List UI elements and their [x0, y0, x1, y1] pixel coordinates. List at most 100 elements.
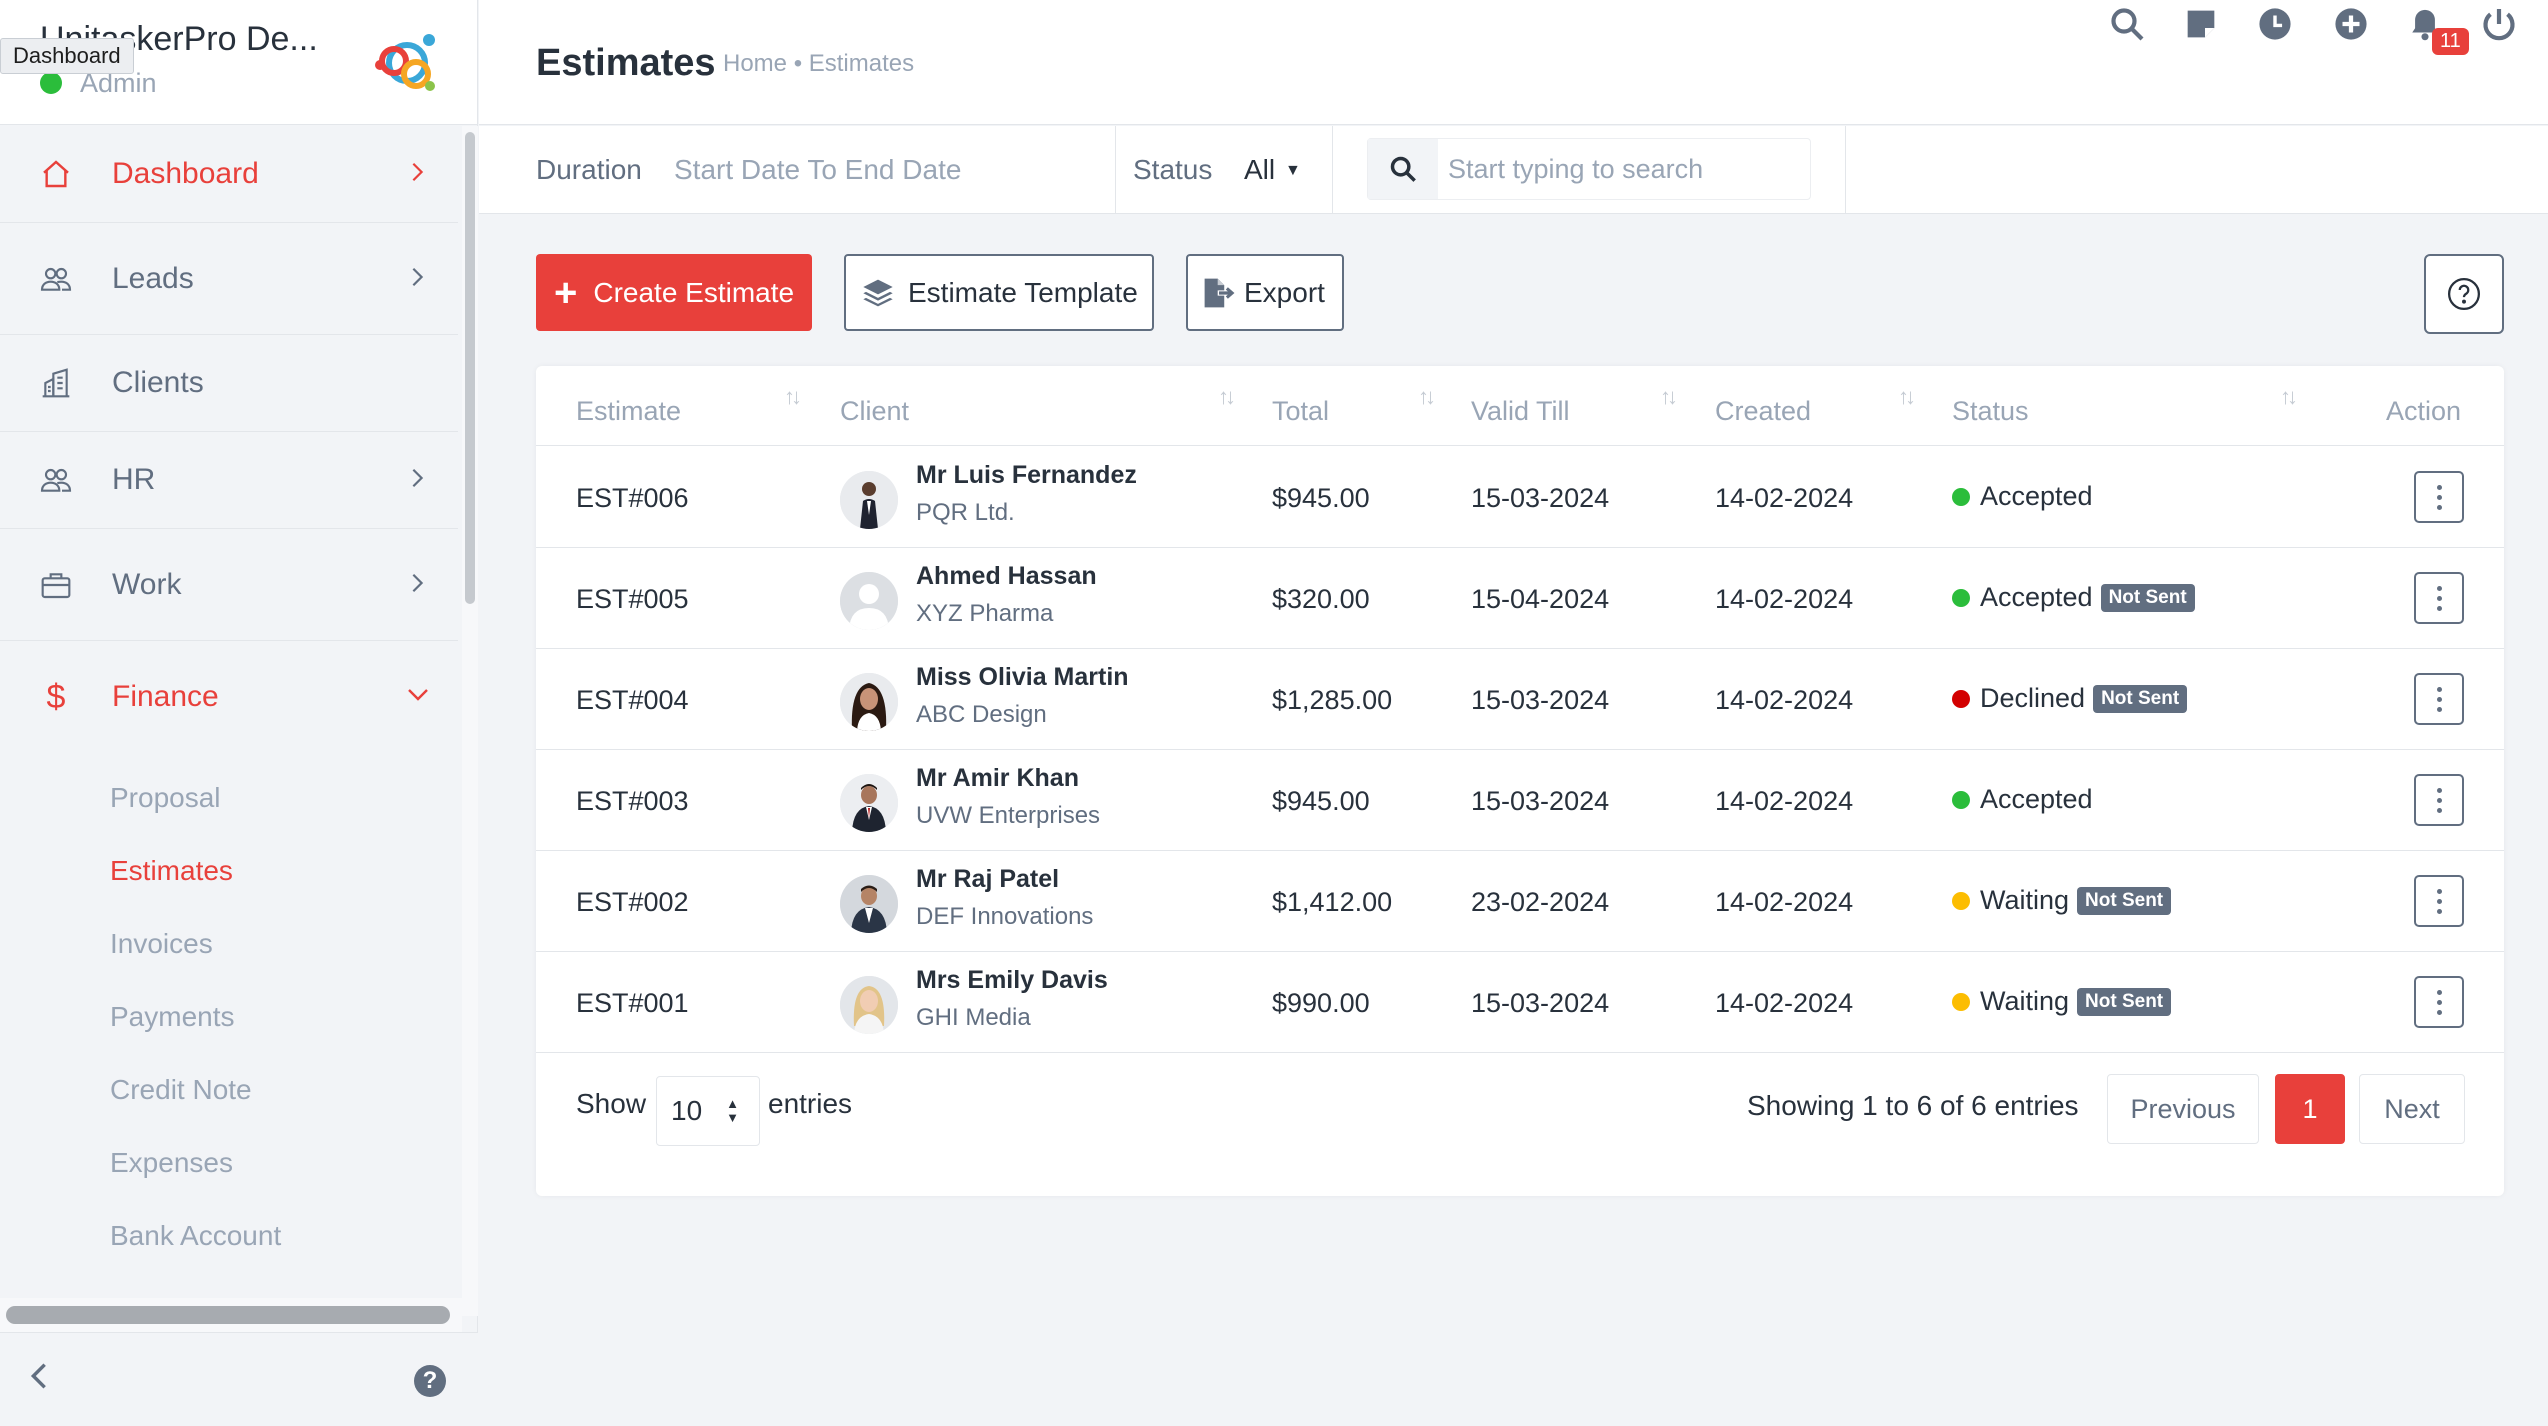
- row-actions-menu-button[interactable]: [2414, 572, 2464, 624]
- sidebar-item-work[interactable]: Work: [0, 529, 458, 641]
- sidebar-item-finance[interactable]: $ Finance: [0, 641, 458, 753]
- power-icon[interactable]: [2477, 0, 2521, 48]
- sidebar-vertical-scrollbar[interactable]: [462, 126, 478, 1316]
- client-avatar[interactable]: [840, 572, 898, 630]
- estimate-number[interactable]: EST#003: [576, 786, 689, 817]
- row-actions-menu-button[interactable]: [2414, 673, 2464, 725]
- table-row[interactable]: EST#001 Mrs Emily Davis GHI Media $990.0…: [536, 952, 2504, 1053]
- row-actions-menu-button[interactable]: [2414, 774, 2464, 826]
- status-filter-select[interactable]: All: [1244, 154, 1275, 186]
- sidebar-horizontal-scrollbar[interactable]: [0, 1298, 462, 1332]
- table-row[interactable]: EST#003 Mr Amir Khan UVW Enterprises $94…: [536, 750, 2504, 851]
- column-header-total[interactable]: Total: [1272, 396, 1329, 427]
- column-header-client[interactable]: Client: [840, 396, 909, 427]
- estimate-number[interactable]: EST#004: [576, 685, 689, 716]
- client-name[interactable]: Miss Olivia Martin: [916, 663, 1129, 692]
- client-name[interactable]: Mr Raj Patel: [916, 865, 1059, 894]
- sidebar-subitem-proposal[interactable]: Proposal: [0, 761, 458, 834]
- column-header-action: Action: [2386, 396, 2462, 426]
- estimate-status: Declined Not Sent: [1952, 683, 2188, 714]
- previous-page-button[interactable]: Previous: [2107, 1074, 2259, 1144]
- sidebar-item-dashboard[interactable]: Dashboard: [0, 126, 458, 223]
- row-actions-menu-button[interactable]: [2414, 471, 2464, 523]
- sidebar-item-label: Finance: [112, 680, 219, 713]
- sidebar-subitem-bank-account[interactable]: Bank Account: [0, 1199, 458, 1272]
- sort-icon[interactable]: ↑↓: [2280, 384, 2298, 410]
- sidebar-item-leads[interactable]: Leads: [0, 223, 458, 335]
- client-avatar[interactable]: [840, 471, 898, 529]
- page-help-button[interactable]: [2424, 254, 2504, 334]
- client-name[interactable]: Mrs Emily Davis: [916, 966, 1108, 995]
- column-header-valid-till[interactable]: Valid Till: [1471, 396, 1570, 427]
- estimate-template-button[interactable]: Estimate Template: [844, 254, 1154, 331]
- sidebar-subitem-invoices[interactable]: Invoices: [0, 907, 458, 980]
- export-label: Export: [1244, 276, 1325, 308]
- sidebar-subitem-estimates[interactable]: Estimates: [0, 834, 458, 907]
- column-header-status[interactable]: Status: [1952, 396, 2029, 427]
- table-row[interactable]: EST#006 Mr Luis Fernandez PQR Ltd. $945.…: [536, 447, 2504, 548]
- create-estimate-button[interactable]: + Create Estimate: [536, 254, 812, 331]
- export-button[interactable]: Export: [1186, 254, 1344, 331]
- column-header-estimate[interactable]: Estimate: [576, 396, 681, 427]
- sort-icon[interactable]: ↑↓: [1218, 384, 1236, 410]
- status-text: Waiting: [1980, 986, 2070, 1016]
- sidebar-subitem-payments[interactable]: Payments: [0, 980, 458, 1053]
- caret-down-icon[interactable]: ▼: [1285, 162, 1301, 180]
- column-header-created[interactable]: Created: [1715, 396, 1811, 427]
- add-circle-icon[interactable]: [2329, 0, 2373, 48]
- status-dot: [1952, 588, 1970, 607]
- next-page-button[interactable]: Next: [2359, 1074, 2465, 1144]
- sticky-note-icon[interactable]: [2179, 0, 2223, 48]
- online-status-dot: [40, 72, 62, 94]
- table-row[interactable]: EST#005 Ahmed Hassan XYZ Pharma $320.00 …: [536, 548, 2504, 649]
- sidebar-subitem-credit-note[interactable]: Credit Note: [0, 1053, 458, 1126]
- entries-per-page-select[interactable]: 10 ▲ ▼: [656, 1076, 760, 1146]
- client-avatar[interactable]: [840, 673, 898, 731]
- sidebar-menu: Dashboard Leads Clients HR Work $ Financ…: [0, 126, 458, 1306]
- breadcrumb[interactable]: Home • Estimates: [723, 50, 914, 78]
- sort-icon[interactable]: ↑↓: [1418, 384, 1436, 410]
- row-actions-menu-button[interactable]: [2414, 976, 2464, 1028]
- duration-date-range-input[interactable]: Start Date To End Date: [674, 154, 961, 186]
- sort-icon[interactable]: ↑↓: [1898, 384, 1916, 410]
- sidebar-item-hr[interactable]: HR: [0, 432, 458, 529]
- sidebar-subitem-expenses[interactable]: Expenses: [0, 1126, 458, 1199]
- estimate-status: Accepted: [1952, 481, 2093, 512]
- sort-icon[interactable]: ↑↓: [784, 384, 802, 410]
- top-header: Estimates Home • Estimates 11: [479, 0, 2548, 125]
- estimate-total: $945.00: [1272, 483, 1370, 513]
- estimate-number[interactable]: EST#001: [576, 988, 689, 1019]
- status-text: Accepted: [1980, 582, 2093, 612]
- clock-icon[interactable]: [2253, 0, 2297, 48]
- not-sent-badge: Not Sent: [2100, 583, 2195, 612]
- duration-label: Duration: [536, 154, 642, 185]
- sort-icon[interactable]: ↑↓: [1660, 384, 1678, 410]
- sidebar-brand[interactable]: UnitaskerPro De... Admin Dashboard: [0, 0, 477, 125]
- search-input[interactable]: [1448, 151, 1798, 187]
- scrollbar-thumb[interactable]: [6, 1306, 450, 1324]
- row-actions-menu-button[interactable]: [2414, 875, 2464, 927]
- client-name[interactable]: Mr Luis Fernandez: [916, 461, 1137, 490]
- estimate-total: $320.00: [1272, 584, 1370, 614]
- sidebar-item-clients[interactable]: Clients: [0, 335, 458, 432]
- client-name[interactable]: Mr Amir Khan: [916, 764, 1079, 793]
- estimate-number[interactable]: EST#005: [576, 584, 689, 615]
- estimate-number[interactable]: EST#002: [576, 887, 689, 918]
- table-row[interactable]: EST#004 Miss Olivia Martin ABC Design $1…: [536, 649, 2504, 750]
- client-avatar[interactable]: [840, 774, 898, 832]
- page-1-button[interactable]: 1: [2275, 1074, 2345, 1144]
- help-icon[interactable]: ?: [414, 1365, 446, 1397]
- users-icon: [38, 462, 74, 498]
- valid-till-date: 15-03-2024: [1471, 685, 1610, 715]
- client-avatar[interactable]: [840, 875, 898, 933]
- estimate-number[interactable]: EST#006: [576, 483, 689, 514]
- collapse-sidebar-icon[interactable]: [28, 1359, 50, 1402]
- not-sent-badge: Not Sent: [2077, 886, 2172, 915]
- search-icon[interactable]: [2105, 0, 2149, 48]
- scrollbar-thumb[interactable]: [465, 132, 475, 604]
- client-name[interactable]: Ahmed Hassan: [916, 562, 1097, 591]
- sidebar-item-label: Dashboard: [112, 157, 259, 190]
- table-row[interactable]: EST#002 Mr Raj Patel DEF Innovations $1,…: [536, 851, 2504, 952]
- client-avatar[interactable]: [840, 976, 898, 1034]
- status-text: Accepted: [1980, 784, 2093, 814]
